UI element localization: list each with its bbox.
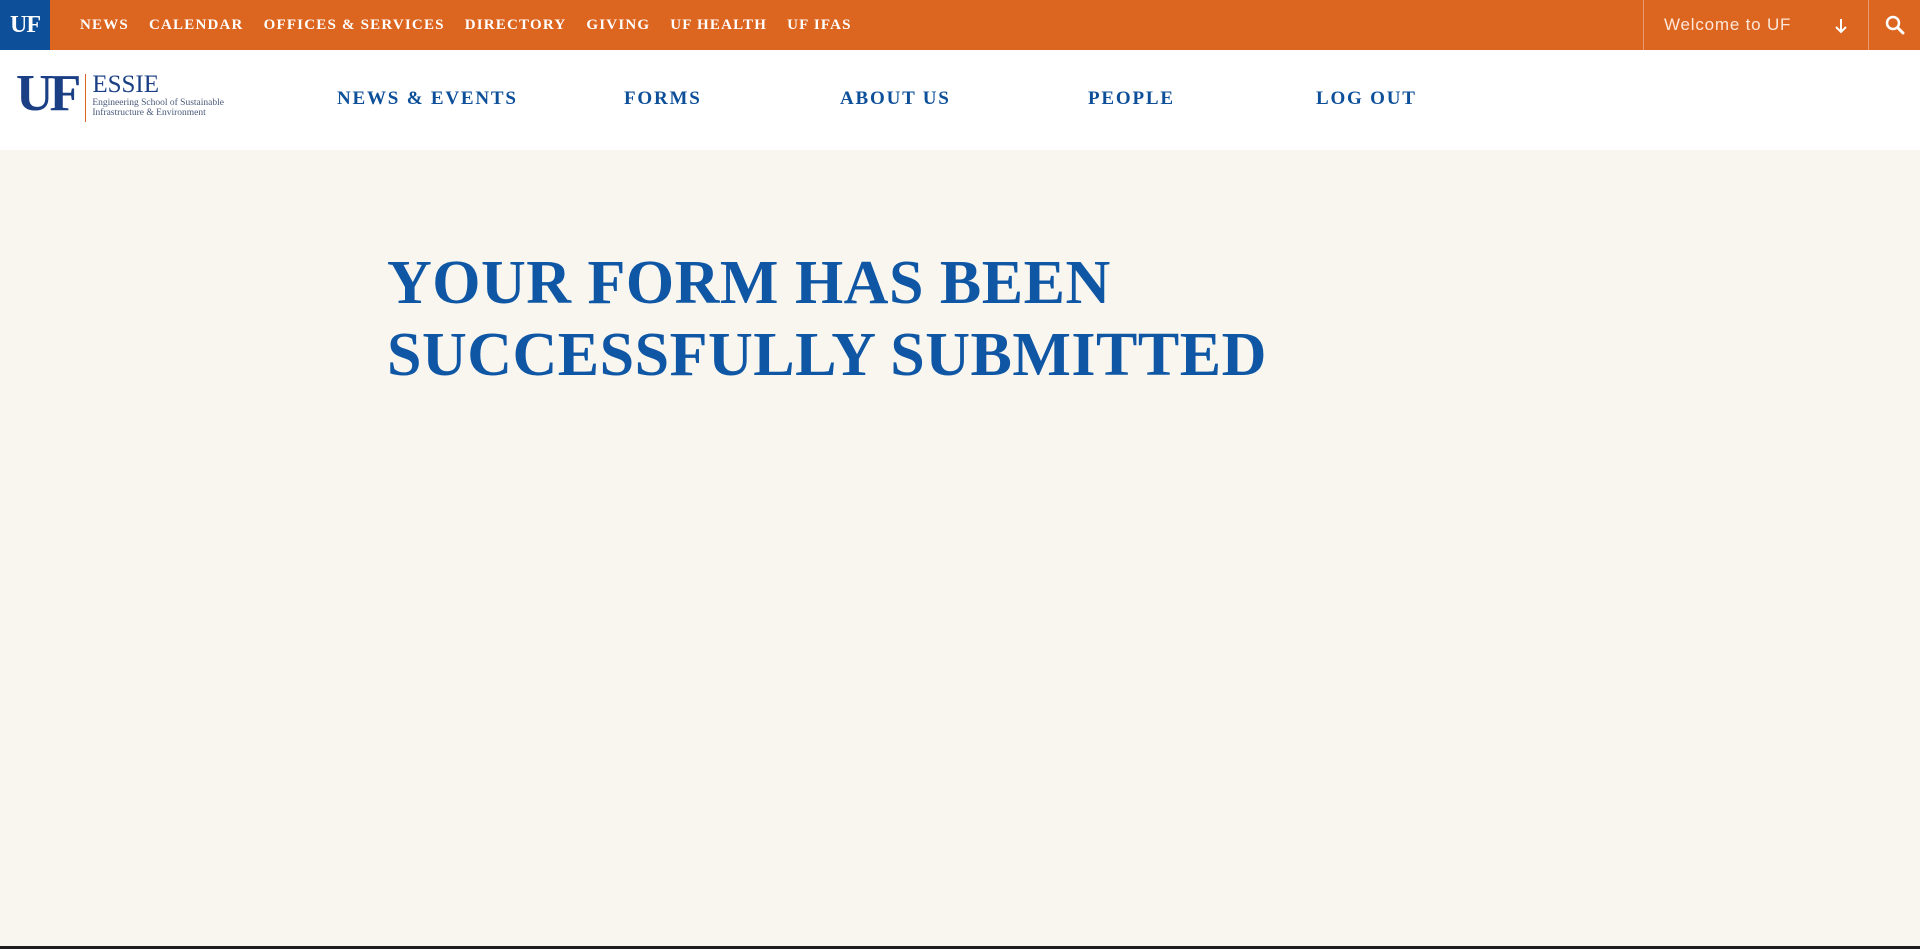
nav-forms[interactable]: FORMS — [624, 88, 702, 110]
welcome-label: Welcome to UF — [1664, 15, 1792, 34]
utility-bar: UF NEWS CALENDAR OFFICES & SERVICES DIRE… — [0, 0, 1920, 50]
logo-subtitle-line2: Infrastructure & Environment — [92, 108, 206, 118]
util-link-giving[interactable]: GIVING — [586, 17, 650, 34]
nav-about-us[interactable]: ABOUT US — [840, 88, 951, 110]
uf-home-logo[interactable]: UF — [0, 0, 50, 50]
uf-logo-text: UF — [10, 11, 41, 38]
page-title: YOUR FORM HAS BEEN SUCCESSFULLY SUBMITTE… — [387, 247, 1487, 391]
nav-people[interactable]: PEOPLE — [1088, 88, 1175, 110]
util-link-offices-services[interactable]: OFFICES & SERVICES — [264, 17, 445, 34]
page-title-line1: YOUR FORM HAS BEEN — [387, 249, 1111, 317]
util-link-directory[interactable]: DIRECTORY — [465, 17, 567, 34]
logo-name: ESSIE — [92, 71, 160, 98]
search-icon — [1885, 15, 1905, 35]
logo-divider — [85, 74, 87, 122]
arrow-down-icon — [1835, 19, 1847, 34]
site-header: UF ESSIE Engineering School of Sustainab… — [0, 50, 1920, 150]
util-link-uf-health[interactable]: UF HEALTH — [670, 17, 767, 34]
essie-logo[interactable]: UF ESSIE Engineering School of Sustainab… — [16, 65, 224, 122]
logo-uf-mark: UF — [16, 65, 81, 122]
page-title-line2: SUCCESSFULLY SUBMITTED — [387, 321, 1267, 389]
utility-nav: NEWS CALENDAR OFFICES & SERVICES DIRECTO… — [70, 0, 862, 50]
util-link-calendar[interactable]: CALENDAR — [149, 17, 244, 34]
search-button[interactable] — [1870, 0, 1920, 50]
logo-text: ESSIE Engineering School of Sustainable … — [92, 71, 224, 119]
util-link-uf-ifas[interactable]: UF IFAS — [787, 17, 852, 34]
util-link-news[interactable]: NEWS — [80, 17, 129, 34]
welcome-dropdown[interactable]: Welcome to UF — [1643, 0, 1869, 50]
nav-news-events[interactable]: NEWS & EVENTS — [337, 88, 518, 110]
nav-log-out[interactable]: LOG OUT — [1316, 88, 1417, 110]
logo-subtitle-line1: Engineering School of Sustainable — [92, 98, 224, 108]
